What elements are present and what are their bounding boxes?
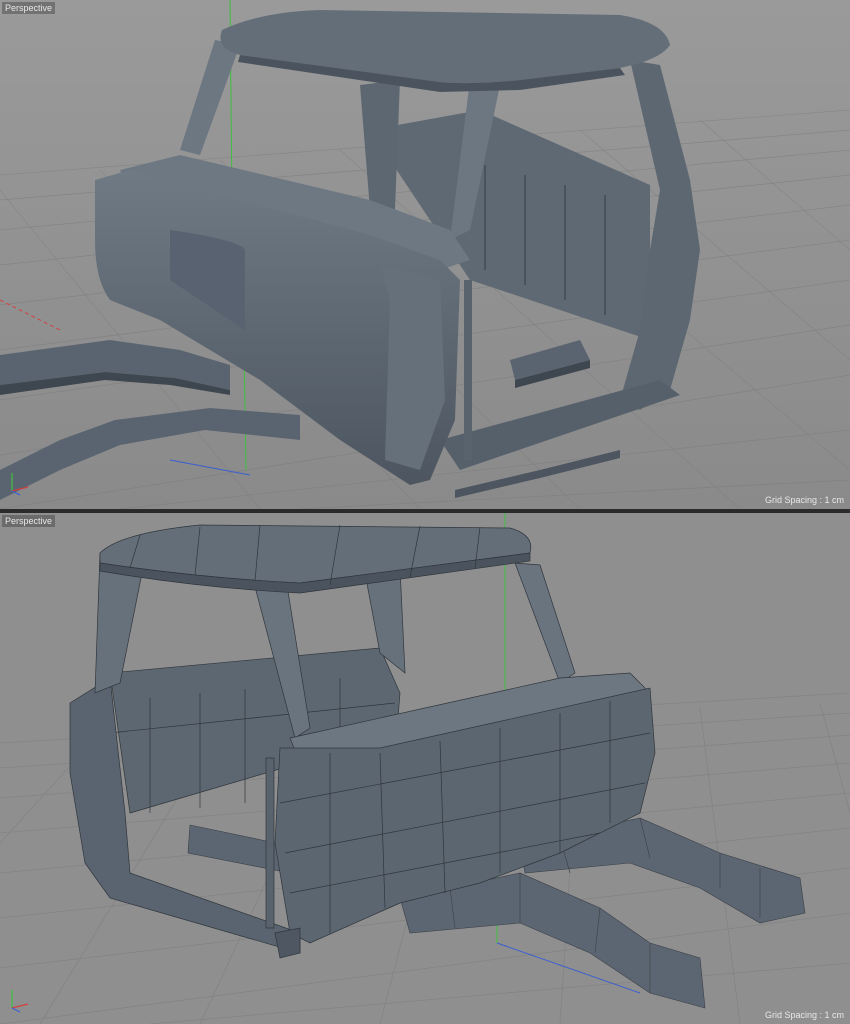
grid-spacing-indicator: Grid Spacing : 1 cm: [764, 495, 844, 505]
viewport-scene-wireframe: [0, 513, 850, 1024]
viewport-scene-shaded: [0, 0, 850, 509]
viewport-title[interactable]: Perspective: [2, 2, 56, 14]
axis-gizmo-icon: [11, 473, 29, 496]
perspective-viewport-top[interactable]: Perspective Grid Spacing: 1 cm: [0, 0, 850, 509]
viewport-title[interactable]: Perspective: [2, 515, 56, 527]
axis-gizmo-icon: [11, 990, 29, 1013]
grid-spacing-indicator: Grid Spacing : 1 cm: [764, 1010, 844, 1020]
perspective-viewport-bottom[interactable]: Perspective Grid Spacing: 1 cm: [0, 513, 850, 1024]
